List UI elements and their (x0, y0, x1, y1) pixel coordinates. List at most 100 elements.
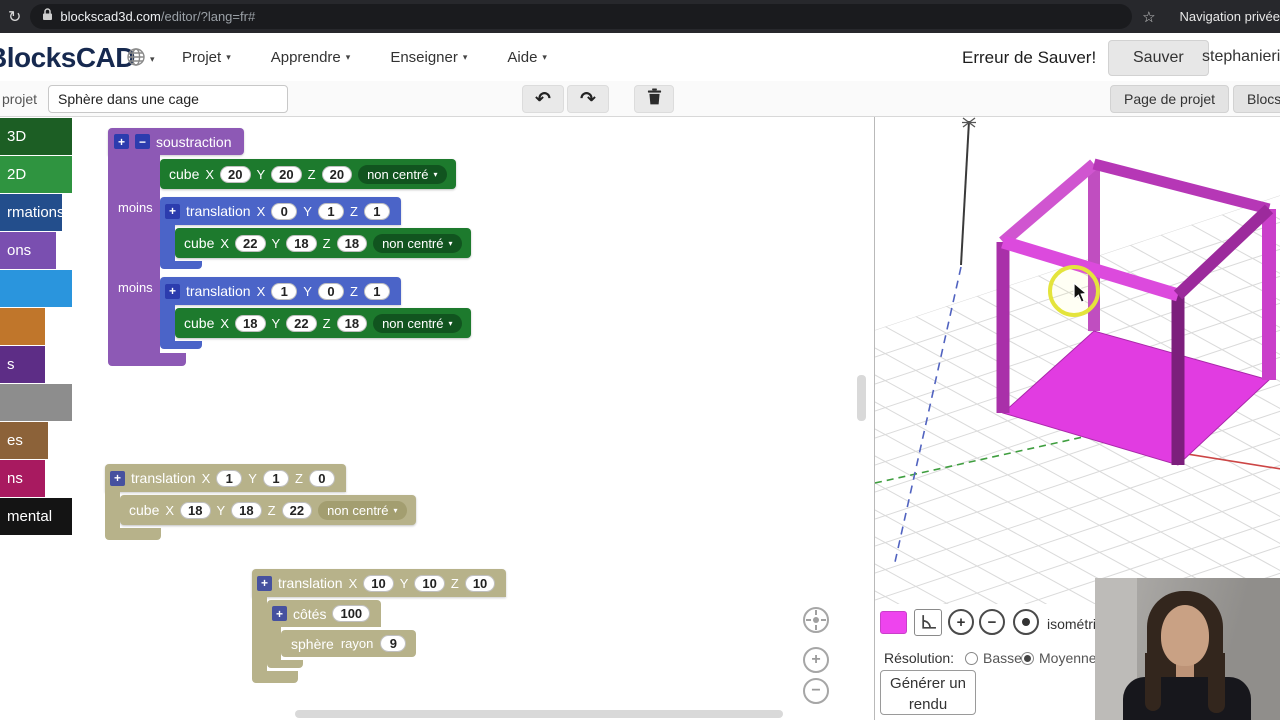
expand-button[interactable]: + (272, 606, 287, 621)
category-text[interactable] (0, 384, 72, 421)
cube-y-field[interactable]: 18 (286, 234, 317, 252)
translate-y-field[interactable]: 0 (317, 282, 344, 300)
translate-y-field[interactable]: 10 (414, 574, 445, 592)
cube-x-field[interactable]: 18 (235, 314, 266, 332)
category-experimental[interactable]: mental (0, 498, 72, 535)
block-spine: moins (108, 273, 160, 353)
cube-y-field[interactable]: 20 (271, 165, 302, 183)
zoom-reset-button[interactable] (803, 607, 829, 633)
centered-dropdown[interactable]: non centré ▾ (358, 164, 447, 184)
address-bar[interactable]: blockscad3d.com/editor/?lang=fr# (30, 4, 1133, 29)
cube-z-field[interactable]: 20 (321, 165, 353, 183)
resolution-radio[interactable] (1021, 652, 1034, 665)
collapse-button[interactable]: − (135, 134, 150, 149)
zoom-in-button[interactable]: + (803, 647, 829, 673)
expand-button[interactable]: + (114, 134, 129, 149)
resolution-option-label[interactable]: Basse (983, 650, 1022, 666)
translate-x-field[interactable]: 10 (363, 574, 394, 592)
category-3d-shapes[interactable]: 3D (0, 118, 72, 155)
delete-all-button[interactable] (634, 85, 674, 113)
translate-y-field[interactable]: 1 (262, 469, 289, 487)
vertical-scrollbar[interactable] (857, 375, 866, 421)
chevron-down-icon: ▾ (462, 51, 468, 62)
language-globe-button[interactable]: ▾ (126, 47, 155, 72)
axis-label-z: Z (349, 203, 358, 219)
menu-apprendre[interactable]: Apprendre ▾ (271, 49, 351, 66)
redo-button[interactable]: ↷ (567, 85, 609, 113)
menu-aide[interactable]: Aide ▾ (507, 49, 547, 66)
centered-dropdown[interactable]: non centré ▾ (373, 313, 462, 333)
viewport-zoom-out-button[interactable]: − (979, 609, 1005, 635)
username-text[interactable]: stephanierie (1202, 48, 1280, 66)
cube-z-field[interactable]: 18 (336, 314, 368, 332)
sides-block-disabled[interactable]: + côtés 100 sphère rayon 9 (267, 600, 417, 668)
category-2d-shapes[interactable]: 2D (0, 156, 72, 193)
resolution-option-label[interactable]: Moyenne (1039, 650, 1097, 666)
translate-block[interactable]: + translation X1 Y0 Z1 cube X 18 Y 22 Z 18 (160, 277, 471, 349)
cube-x-field[interactable]: 22 (235, 234, 266, 252)
translate-x-field[interactable]: 1 (271, 282, 298, 300)
generate-render-button[interactable]: Générer un rendu (880, 670, 976, 715)
translate-block[interactable]: + translation X0 Y1 Z1 cube X 22 Y 18 Z 18 (160, 197, 471, 269)
difference-block[interactable]: + − soustraction cube X 20 Y 20 Z 20 non ce… (108, 128, 471, 366)
cube-block[interactable]: cube X 18 Y 22 Z 18 non centré ▾ (175, 308, 471, 338)
category-set-operations[interactable]: ons (0, 232, 56, 269)
cube-y-field[interactable]: 22 (286, 314, 317, 332)
category-logic[interactable] (0, 308, 45, 345)
zoom-out-button[interactable]: − (803, 678, 829, 704)
category-math[interactable] (0, 270, 72, 307)
cube-block[interactable]: cube X 20 Y 20 Z 20 non centré ▾ (160, 159, 456, 189)
cube-y-field[interactable]: 18 (231, 501, 262, 519)
category-variables[interactable]: es (0, 422, 48, 459)
translate-y-field[interactable]: 1 (317, 202, 344, 220)
blockly-workspace[interactable]: 3D 2D rmations ons s es ns mental + − so… (0, 117, 874, 720)
translate-x-field[interactable]: 1 (216, 469, 243, 487)
sides-field[interactable]: 100 (332, 605, 371, 622)
radius-field[interactable]: 9 (380, 635, 407, 652)
translate-x-field[interactable]: 0 (271, 202, 298, 220)
axis-label-y: Y (256, 166, 266, 182)
category-loops[interactable]: s (0, 346, 45, 383)
translate-z-field[interactable]: 0 (308, 469, 335, 487)
centered-dropdown[interactable]: non centré ▾ (318, 500, 407, 520)
cube-z-field[interactable]: 18 (336, 234, 368, 252)
cage-model[interactable] (996, 158, 1276, 466)
block-label: translation (131, 470, 196, 486)
viewport-zoom-in-button[interactable]: + (948, 609, 974, 635)
view-reset-button[interactable] (1013, 609, 1039, 635)
category-transformations[interactable]: rmations (0, 194, 65, 231)
translate-z-field[interactable]: 10 (464, 574, 496, 592)
color-swatch[interactable] (880, 611, 907, 634)
translate-z-field[interactable]: 1 (363, 282, 390, 300)
axis-label-x: X (205, 166, 215, 182)
expand-button[interactable]: + (165, 283, 180, 299)
app-logo[interactable]: BlocksCAD (0, 42, 135, 74)
horizontal-scrollbar[interactable] (295, 710, 783, 718)
axis-label-y: Y (271, 315, 281, 331)
category-functions[interactable]: ns (0, 460, 45, 497)
cube-x-field[interactable]: 20 (220, 165, 251, 183)
centered-dropdown[interactable]: non centré ▾ (373, 233, 462, 253)
cube-z-field[interactable]: 22 (281, 501, 313, 519)
sphere-block-disabled[interactable]: sphère rayon 9 (281, 630, 417, 657)
translate-sphere-group-disabled[interactable]: + translation X 10 Y 10 Z 10 + côtés 100 (252, 569, 507, 683)
expand-button[interactable]: + (165, 203, 180, 219)
cube-block[interactable]: cube X 22 Y 18 Z 18 non centré ▾ (175, 228, 471, 258)
reload-icon[interactable]: ↻ (8, 7, 21, 27)
project-name-input[interactable] (48, 85, 288, 113)
expand-button[interactable]: + (257, 575, 272, 591)
axes-toggle-button[interactable] (914, 609, 942, 636)
undo-button[interactable]: ↶ (522, 85, 564, 113)
menu-projet[interactable]: Projet ▾ (182, 49, 231, 66)
bookmark-star-icon[interactable]: ☆ (1142, 8, 1155, 26)
resolution-radio[interactable] (965, 652, 978, 665)
expand-button[interactable]: + (110, 470, 125, 486)
cube-x-field[interactable]: 18 (180, 501, 211, 519)
blocks-tab-button[interactable]: Blocs (1233, 85, 1280, 113)
translate-z-field[interactable]: 1 (363, 202, 390, 220)
menu-enseigner[interactable]: Enseigner ▾ (390, 49, 467, 66)
project-page-button[interactable]: Page de projet (1110, 85, 1230, 113)
save-button[interactable]: Sauver (1108, 40, 1209, 76)
cube-block-disabled[interactable]: cube X 18 Y 18 Z 22 non centré ▾ (120, 495, 416, 525)
translate-block-disabled[interactable]: + translation X1 Y1 Z0 cube X 18 Y 18 Z 22 … (105, 464, 416, 540)
